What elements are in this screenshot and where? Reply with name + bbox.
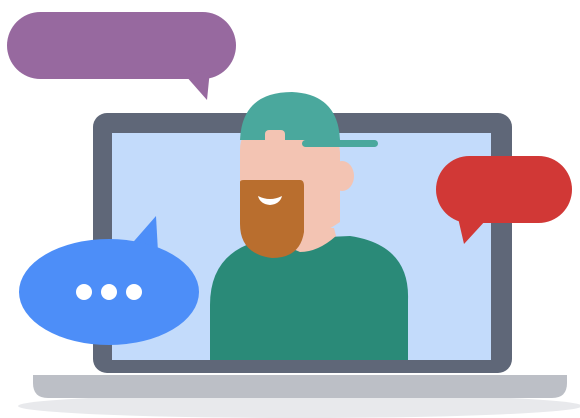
typing-dot xyxy=(126,284,142,300)
person-ear xyxy=(330,161,354,191)
person-shirt xyxy=(210,236,409,360)
typing-dot xyxy=(76,284,92,300)
illustration-canvas xyxy=(7,12,580,418)
cap-brim xyxy=(302,140,378,147)
cap-crown xyxy=(240,92,340,140)
video-call-illustration xyxy=(0,0,580,418)
purple-bubble-tail xyxy=(185,70,210,100)
purple-bubble-body xyxy=(7,12,236,79)
red-bubble-body xyxy=(436,156,572,223)
speech-bubble-icon xyxy=(7,12,236,100)
typing-dot xyxy=(101,284,117,300)
person-beard xyxy=(240,180,304,258)
laptop-base xyxy=(33,375,567,398)
cap-strap xyxy=(265,130,285,144)
